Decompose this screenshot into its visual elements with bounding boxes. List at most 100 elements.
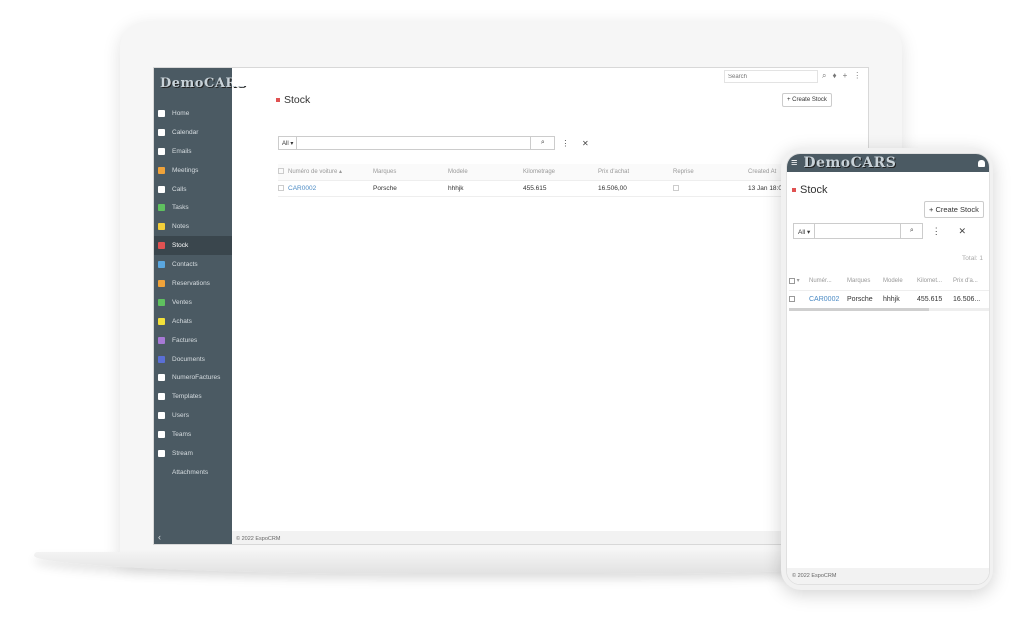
filter-options-icon[interactable]: ⋮ bbox=[555, 136, 575, 150]
main-content: Stock + Create Stock All ▾ ⌕ ⋮ ✕ Numéro … bbox=[232, 86, 868, 531]
sidebar-item-reservations[interactable]: Reservations bbox=[154, 274, 232, 293]
mobile-table-scrollbar[interactable] bbox=[789, 308, 989, 311]
mobile-filter-search-button[interactable]: ⌕ bbox=[901, 223, 924, 239]
mobile-column-prix-achat[interactable]: Prix d'a... bbox=[953, 272, 989, 291]
create-stock-button[interactable]: + Create Stock bbox=[782, 93, 832, 107]
column-kilometrage[interactable]: Kilometrage bbox=[523, 164, 598, 181]
search-icon[interactable]: ⌕ bbox=[822, 71, 826, 81]
hamburger-menu-icon[interactable]: ≡ bbox=[791, 157, 797, 169]
mobile-filter-options-icon[interactable]: ⋮ bbox=[923, 223, 949, 239]
mobile-row-kilometrage: 455.615 bbox=[917, 290, 953, 309]
sidebar-item-label: Templates bbox=[172, 393, 202, 401]
sidebar-item-label: Reservations bbox=[172, 279, 210, 287]
column-reprise[interactable]: Reprise bbox=[673, 164, 748, 181]
mobile-filter-text-input[interactable] bbox=[815, 223, 902, 239]
row-checkbox[interactable] bbox=[278, 180, 288, 197]
mobile-filter-scope-dropdown[interactable]: All ▾ bbox=[793, 223, 816, 239]
numero-factures-icon bbox=[158, 374, 165, 382]
sidebar-item-teams[interactable]: Teams bbox=[154, 425, 232, 444]
mobile-row-checkbox[interactable] bbox=[789, 290, 809, 309]
column-modele[interactable]: Modele bbox=[448, 164, 523, 181]
filter-bar: All ▾ ⌕ ⋮ ✕ bbox=[278, 136, 595, 150]
sidebar-item-stream[interactable]: Stream bbox=[154, 444, 232, 463]
sidebar-item-calls[interactable]: Calls bbox=[154, 180, 232, 199]
filter-reset-icon[interactable]: ✕ bbox=[575, 136, 595, 150]
top-bar-icons: ⌕ ♦ + ⋮ bbox=[822, 71, 861, 81]
column-prix-achat[interactable]: Prix d'achat bbox=[598, 164, 673, 181]
sidebar-item-label: Documents bbox=[172, 355, 205, 363]
sidebar-item-label: Users bbox=[172, 412, 189, 420]
row-kilometrage: 455.615 bbox=[523, 180, 598, 197]
sidebar-item-factures[interactable]: Factures bbox=[154, 331, 232, 350]
tasks-icon bbox=[158, 204, 165, 212]
sidebar-item-label: Notes bbox=[172, 223, 189, 231]
reservations-icon bbox=[158, 279, 165, 287]
column-marques[interactable]: Marques bbox=[373, 164, 448, 181]
mobile-app-logo[interactable]: DemoCARS bbox=[803, 155, 896, 171]
sidebar-item-label: Stock bbox=[172, 242, 189, 250]
mobile-column-modele[interactable]: Modele bbox=[883, 272, 917, 291]
table-row: CAR0002 Porsche hhhjk 455.615 16.506,00 … bbox=[278, 180, 828, 197]
sidebar-item-ventes[interactable]: Ventes bbox=[154, 293, 232, 312]
sidebar-item-tasks[interactable]: Tasks bbox=[154, 198, 232, 217]
app-logo[interactable]: DemoCARS bbox=[154, 68, 246, 104]
sidebar-item-achats[interactable]: Achats bbox=[154, 312, 232, 331]
mobile-column-kilometrage[interactable]: Kilomet... bbox=[917, 272, 953, 291]
collapse-sidebar-icon[interactable]: ‹ bbox=[158, 532, 161, 542]
sidebar-item-meetings[interactable]: Meetings bbox=[154, 161, 232, 180]
phone-icon bbox=[158, 185, 165, 193]
envelope-icon bbox=[158, 147, 165, 155]
user-icon bbox=[158, 412, 165, 420]
sidebar-item-label: Meetings bbox=[172, 166, 199, 174]
mobile-column-marques[interactable]: Marques bbox=[847, 272, 883, 291]
filter-text-input[interactable] bbox=[297, 136, 532, 150]
sidebar-item-home[interactable]: Home bbox=[154, 104, 232, 123]
sidebar-item-emails[interactable]: Emails bbox=[154, 142, 232, 161]
menu-dots-icon[interactable]: ⋮ bbox=[853, 71, 861, 81]
column-numero[interactable]: Numéro de voiture ▴ bbox=[288, 164, 373, 181]
page-title: Stock bbox=[276, 94, 310, 106]
stock-table: Numéro de voiture ▴ Marques Modele Kilom… bbox=[278, 164, 828, 197]
filter-search-button[interactable]: ⌕ bbox=[531, 136, 556, 150]
car-icon bbox=[158, 242, 165, 250]
factures-icon bbox=[158, 336, 165, 344]
plus-icon[interactable]: + bbox=[843, 71, 848, 81]
users-icon bbox=[158, 431, 165, 439]
mobile-create-stock-button[interactable]: + Create Stock bbox=[924, 201, 984, 218]
mobile-select-all-checkbox[interactable]: ▾ bbox=[789, 272, 809, 291]
select-all-checkbox[interactable] bbox=[278, 164, 288, 181]
mobile-table-header-row: ▾ Numér... Marques Modele Kilomet... Pri… bbox=[789, 272, 989, 291]
mobile-column-numero[interactable]: Numér... bbox=[809, 272, 847, 291]
row-prix-achat: 16.506,00 bbox=[598, 180, 673, 197]
sidebar-item-calendar[interactable]: Calendar bbox=[154, 123, 232, 142]
sidebar-item-users[interactable]: Users bbox=[154, 406, 232, 425]
sidebar-item-attachments[interactable]: Attachments bbox=[154, 463, 232, 482]
sidebar-item-label: Contacts bbox=[172, 261, 198, 269]
global-search-input[interactable] bbox=[724, 70, 818, 83]
sidebar-item-label: Calls bbox=[172, 185, 187, 193]
row-modele: hhhjk bbox=[448, 180, 523, 197]
stock-color-icon bbox=[276, 98, 280, 102]
sidebar-item-label: Emails bbox=[172, 147, 192, 155]
mobile-bell-icon[interactable] bbox=[978, 159, 985, 167]
sidebar-item-numerofactures[interactable]: NumeroFactures bbox=[154, 368, 232, 387]
filter-scope-dropdown[interactable]: All ▾ bbox=[278, 136, 298, 150]
mobile-stock-table: ▾ Numér... Marques Modele Kilomet... Pri… bbox=[789, 272, 989, 309]
row-numero-link[interactable]: CAR0002 bbox=[288, 180, 373, 197]
sidebar-item-templates[interactable]: Templates bbox=[154, 387, 232, 406]
cart-icon bbox=[158, 317, 165, 325]
sidebar-item-contacts[interactable]: Contacts bbox=[154, 255, 232, 274]
notes-icon bbox=[158, 223, 165, 231]
sidebar-item-label: Ventes bbox=[172, 298, 192, 306]
top-bar: ⌕ ♦ + ⋮ bbox=[232, 68, 868, 86]
calendar-icon bbox=[158, 128, 165, 136]
mobile-scrollbar-thumb[interactable] bbox=[789, 308, 929, 311]
mobile-stock-color-icon bbox=[792, 188, 796, 192]
mobile-row-numero-link[interactable]: CAR0002 bbox=[809, 290, 847, 309]
sidebar-item-stock[interactable]: Stock bbox=[154, 236, 232, 256]
mobile-filter-reset-icon[interactable]: ✕ bbox=[949, 223, 975, 239]
sidebar-item-documents[interactable]: Documents bbox=[154, 350, 232, 369]
bell-icon[interactable]: ♦ bbox=[832, 71, 836, 81]
sidebar-item-notes[interactable]: Notes bbox=[154, 217, 232, 236]
sidebar-item-label: NumeroFactures bbox=[172, 374, 221, 382]
